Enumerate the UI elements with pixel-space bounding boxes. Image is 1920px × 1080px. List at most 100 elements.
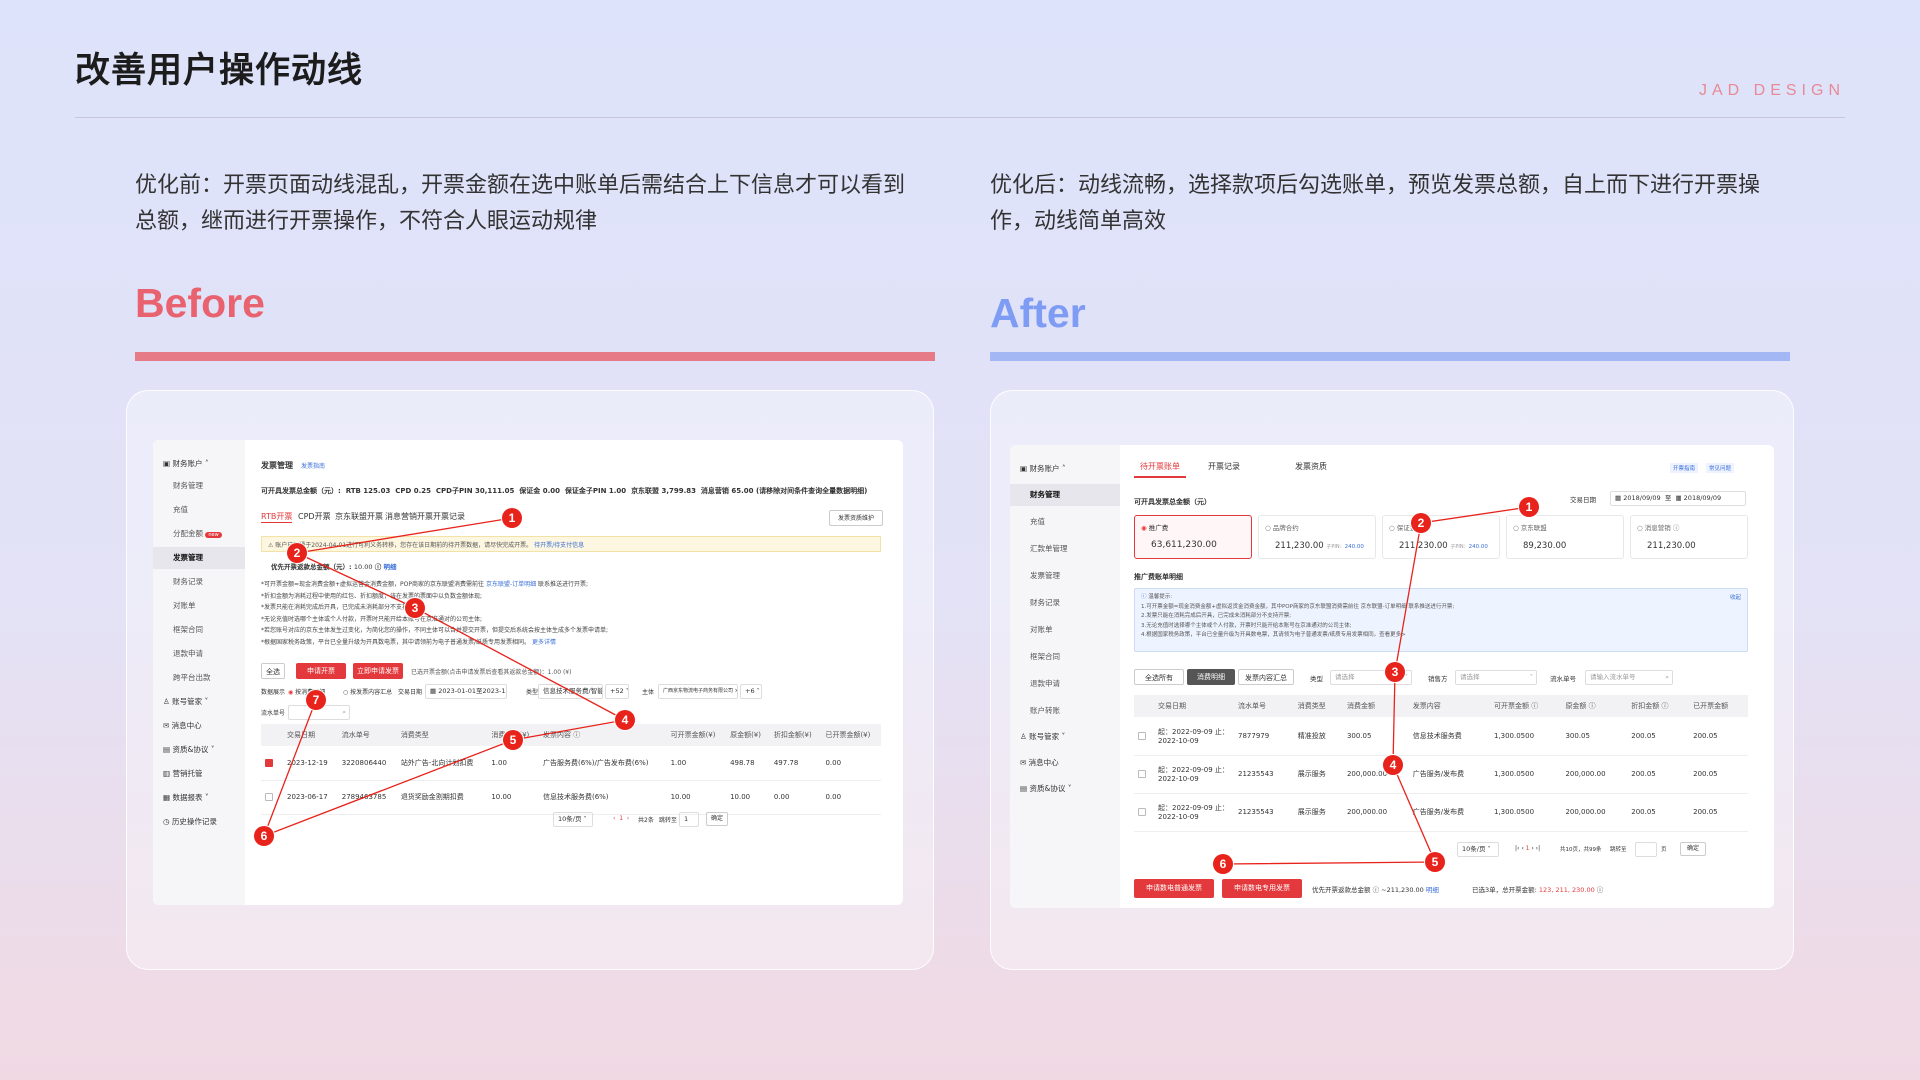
after-table: 交易日期 流水单号 消费类型 消费金额 发票内容 可开票金额 ⓘ 原金额 ⓘ 折扣金额 ⓘ… [1134, 695, 1748, 832]
jump-input[interactable]: 1 [679, 812, 699, 827]
step-badge: 6 [1213, 854, 1233, 874]
type-more[interactable]: +52 ˅ [605, 684, 629, 699]
sidebar-item[interactable]: 发票管理 [1010, 565, 1120, 587]
tab-union[interactable]: 京东联盟开票 [335, 511, 383, 522]
select-all-button[interactable]: 全选 [261, 663, 285, 679]
step-badge: 7 [306, 690, 326, 710]
data-display-label: 数据展示 [261, 689, 286, 696]
sidebar-group[interactable]: ♙ 账号管家 ˅ [153, 691, 245, 713]
serial-input[interactable]: 请输入流水单号 ⌕ [1585, 670, 1673, 685]
sidebar-item[interactable]: 财务记录 [153, 571, 245, 593]
guide-link[interactable]: 开票指南 [1670, 463, 1699, 473]
serial-label: 流水单号 [1550, 675, 1576, 683]
info-box: ⓘ 温馨提示: 1.可开票金额=现金消费金额+虚拟返货金消费金额，其中POP商家… [1134, 588, 1748, 652]
sidebar-item[interactable]: 财务记录 [1010, 592, 1120, 614]
sidebar-group[interactable]: ◷ 历史操作记录 [153, 811, 245, 833]
invoice-summary: 可开具发票总金额（元）: RTB 125.03 CPD 0.25 CPD子PIN… [261, 487, 868, 495]
sidebar-group-finance[interactable]: ▣ 财务账户 ˄ [1010, 458, 1120, 480]
sidebar-item[interactable]: 充值 [1010, 511, 1120, 533]
sidebar-group[interactable]: ▤ 资质&协议 ˅ [1010, 778, 1120, 800]
table-row[interactable]: 起：2022-09-09 止：2022-10-09 7877979 精准投放 300… [1134, 717, 1748, 756]
sidebar-group[interactable]: ▤ 资质&协议 ˅ [153, 739, 245, 761]
sidebar-group[interactable]: ▥ 营销托管 [153, 763, 245, 785]
brand-label: JAD DESIGN [1698, 82, 1845, 99]
sidebar-item[interactable]: 对账单 [1010, 619, 1120, 641]
sidebar-item[interactable]: 退款申请 [1010, 673, 1120, 695]
jump-ok-button[interactable]: 确定 [706, 812, 728, 826]
tab-rtb[interactable]: RTB开票 [261, 511, 293, 523]
search-icon: ⌕ [1665, 673, 1669, 681]
table-row[interactable]: 起：2022-09-09 止：2022-10-09 21235543 展示服务 20… [1134, 755, 1748, 794]
row-checkbox[interactable] [1138, 731, 1146, 740]
after-heading: After [990, 290, 1086, 336]
subject-select[interactable]: 广西京东物流电子商务有限公司 × [658, 684, 738, 699]
after-description: 优化后：动线流畅，选择款项后勾选账单，预览发票总额，自上而下进行开票操作，动线简… [990, 173, 1761, 234]
jump-input[interactable] [1635, 842, 1657, 857]
apply-normal-invoice-button[interactable]: 申请数电普通发票 [1134, 879, 1214, 898]
fee-card-union[interactable]: ○ 京东联盟 89,230.00 [1506, 515, 1624, 559]
pager[interactable]: |‹ ‹ 1 › ›| [1515, 845, 1540, 852]
row-checkbox[interactable] [1138, 808, 1146, 816]
tab-qualification[interactable]: 发票资质 [1295, 461, 1327, 472]
total-count: 共2条 [638, 817, 654, 824]
summary-view-button[interactable]: 发票内容汇总 [1238, 669, 1294, 685]
tab-records[interactable]: 开票记录 [1208, 461, 1240, 472]
sales-select[interactable]: 请选择 ˅ [1455, 670, 1537, 685]
fee-card-deposit[interactable]: ○ 保证金 211,230.00 子PIN：240.00 [1382, 515, 1500, 559]
rules-list: *可开票金额=现金消费金额+虚拟运营金消费金额，POP商家的京东联盟消费需前往 … [261, 581, 609, 646]
date-range-input[interactable]: ▦ 2018/09/09 至 ▦ 2018/09/09 [1610, 491, 1746, 506]
detail-view-button[interactable]: 消费明细 [1187, 669, 1235, 685]
fee-card-message[interactable]: ○ 消息营销 ⓘ 211,230.00 [1630, 515, 1748, 559]
collapse-link[interactable]: 收起 [1730, 593, 1741, 601]
sidebar-item[interactable]: 汇款单管理 [1010, 538, 1120, 560]
sidebar-item[interactable]: 对账单 [153, 595, 245, 617]
step-badge: 4 [1383, 755, 1403, 775]
date-range-input[interactable]: ▦ 2023-01-01至2023-12-31 [425, 684, 507, 699]
sidebar-group[interactable]: ▦ 数据报表 ˅ [153, 787, 245, 809]
row-checkbox[interactable] [265, 793, 273, 801]
apply-invoice-button[interactable]: 申请开票 [296, 663, 346, 679]
fee-card-brand[interactable]: ○ 品牌合约 211,230.00 子PIN：240.00 [1258, 515, 1376, 559]
tab-message[interactable]: 消息营销开票 [385, 511, 433, 522]
page-size-select[interactable]: 10条/页 ˅ [1457, 842, 1499, 857]
row-checkbox[interactable] [265, 758, 273, 767]
guide-link[interactable]: 发票指南 [301, 461, 325, 470]
date-label: 交易日期 [398, 689, 423, 696]
current-page[interactable]: ‹ 1 › [613, 815, 629, 822]
radio-summary[interactable]: ○ 按发票内容汇总 [343, 687, 392, 696]
faq-link[interactable]: 常见问题 [1706, 463, 1735, 473]
sidebar-group-finance[interactable]: ▣ 财务账户 ˄ [153, 453, 245, 475]
sidebar-group[interactable]: ✉ 消息中心 [1010, 752, 1120, 774]
sidebar-item[interactable]: 退款申请 [153, 643, 245, 665]
table-row[interactable]: 起：2022-09-09 止：2022-10-09 21235543 展示服务 20… [1134, 793, 1748, 832]
sidebar-item[interactable]: 财务管理 [153, 475, 245, 497]
sidebar-group[interactable]: ♙ 账号管家 ˅ [1010, 726, 1120, 748]
subject-more[interactable]: +6 ˅ [740, 684, 762, 699]
sidebar-group[interactable]: ✉ 消息中心 [153, 715, 245, 737]
qualification-button[interactable]: 发票资质维护 [829, 510, 883, 526]
step-badge: 3 [405, 598, 425, 618]
page-size-select[interactable]: 10条/页 ˅ [553, 812, 593, 827]
apply-now-button[interactable]: 立即申请发票 [353, 663, 403, 679]
table-row[interactable]: 2023-06-17 2789463785 退货奖励金割期扣费 10.00 信息技术服… [261, 780, 881, 815]
apply-special-invoice-button[interactable]: 申请数电专用发票 [1222, 879, 1302, 898]
jump-label: 跳转至 [1610, 847, 1627, 853]
sidebar-item[interactable]: 框架合同 [153, 619, 245, 641]
table-row[interactable]: 2023-12-19 3220806440 站外广告-北向计划扣费 1.00 广告服务… [261, 746, 881, 781]
jump-ok-button[interactable]: 确定 [1680, 842, 1706, 856]
sidebar-item[interactable]: 框架合同 [1010, 646, 1120, 668]
sidebar-item-active[interactable]: 财务管理 [1010, 484, 1120, 506]
fee-card-promotion[interactable]: ◉ 推广费 63,611,230.00 [1134, 515, 1252, 559]
sidebar-item[interactable]: 分配金额 new [153, 523, 245, 545]
sidebar-item[interactable]: 账户转账 [1010, 700, 1120, 722]
chevron-down-icon: ˅ [1404, 673, 1408, 681]
sidebar-item-active[interactable]: 发票管理 [153, 547, 245, 569]
select-all-button[interactable]: 全选所有 [1134, 669, 1184, 685]
sidebar-item[interactable]: 跨平台出款 [153, 667, 245, 689]
tab-cpd[interactable]: CPD开票 [298, 511, 331, 522]
tab-pending[interactable]: 待开票账单 [1134, 457, 1186, 478]
sidebar-item[interactable]: 充值 [153, 499, 245, 521]
type-select[interactable]: 信息技术服务费/智能... × [538, 684, 603, 699]
row-checkbox[interactable] [1138, 770, 1146, 778]
tab-records[interactable]: 开票记录 [433, 511, 465, 522]
